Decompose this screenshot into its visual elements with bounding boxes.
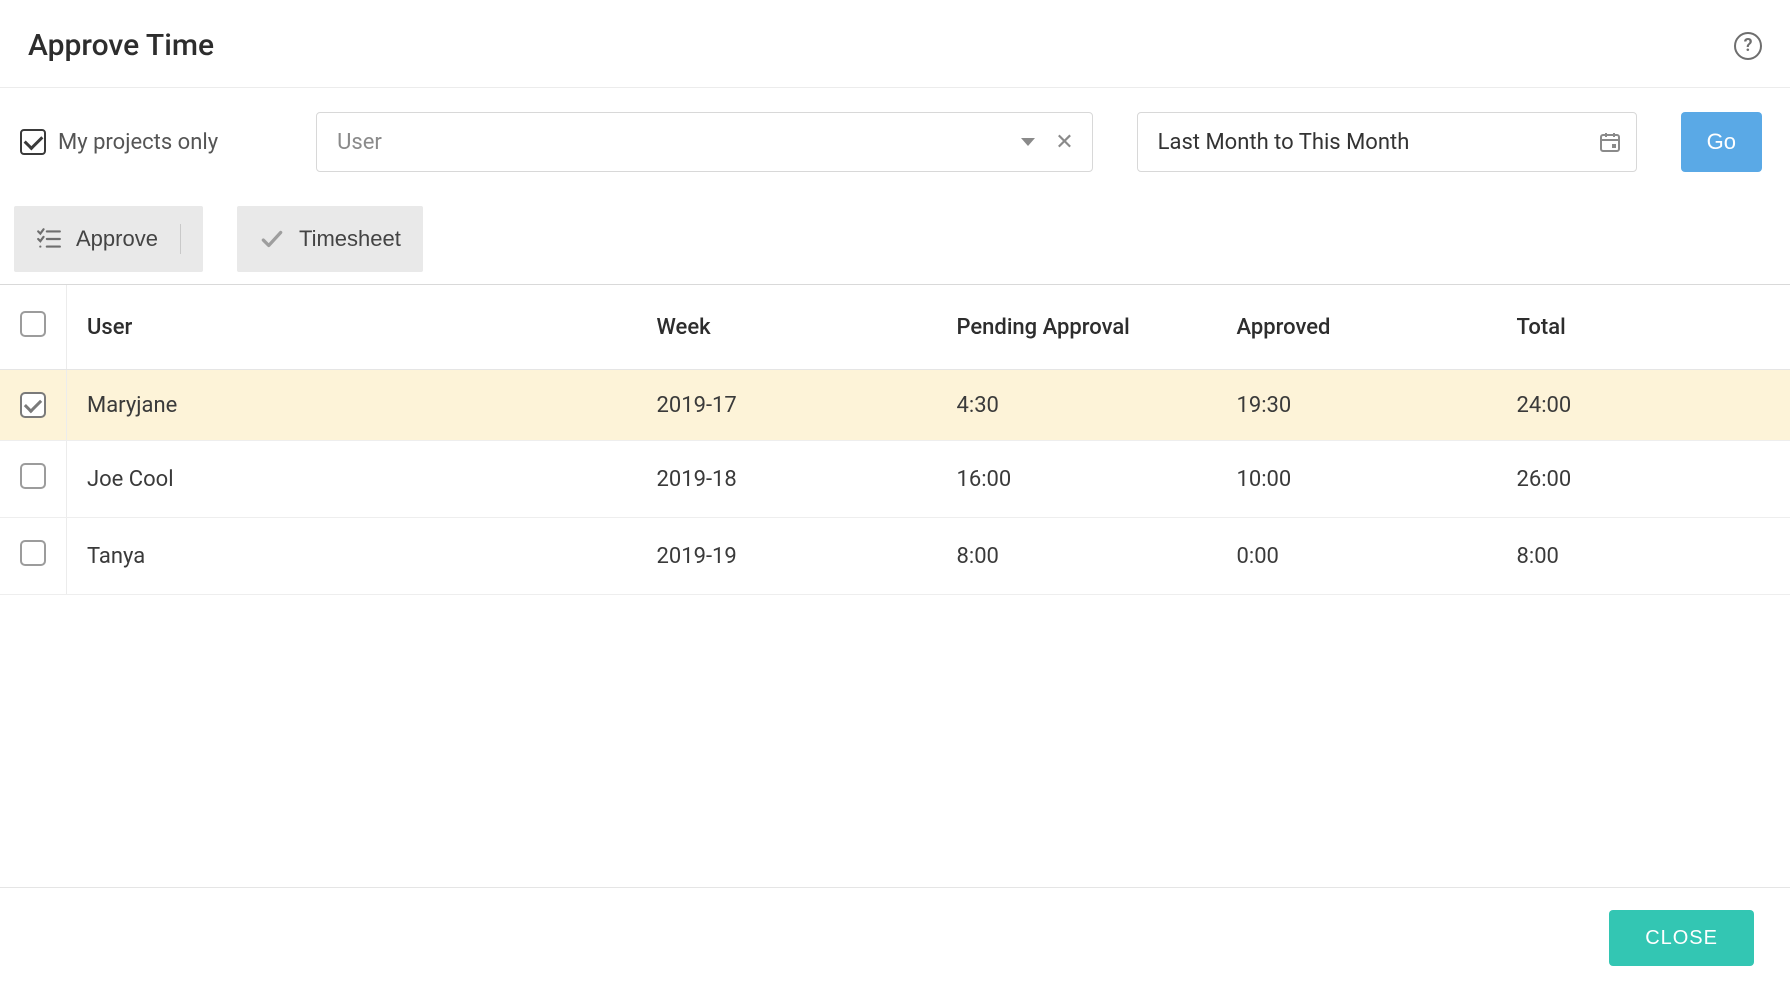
cell-total: 26:00 — [1497, 441, 1790, 518]
check-icon — [259, 226, 285, 252]
checkbox-icon[interactable] — [20, 463, 46, 489]
cell-approved: 10:00 — [1217, 441, 1497, 518]
cell-approved: 0:00 — [1217, 518, 1497, 595]
approve-list-icon — [36, 226, 62, 252]
select-all-header[interactable] — [0, 285, 67, 370]
cell-total: 8:00 — [1497, 518, 1790, 595]
clear-icon[interactable]: ✕ — [1051, 130, 1077, 155]
checkbox-icon[interactable] — [20, 392, 46, 418]
col-pending: Pending Approval — [937, 285, 1217, 370]
checkbox-icon[interactable] — [20, 540, 46, 566]
my-projects-label: My projects only — [58, 130, 218, 155]
col-week: Week — [637, 285, 937, 370]
table-row[interactable]: Joe Cool2019-1816:0010:0026:00 — [0, 441, 1790, 518]
cell-pending: 4:30 — [937, 370, 1217, 441]
cell-pending: 16:00 — [937, 441, 1217, 518]
time-table: User Week Pending Approval Approved Tota… — [0, 284, 1790, 887]
timesheet-button[interactable]: Timesheet — [237, 206, 423, 272]
row-select[interactable] — [0, 518, 67, 595]
col-total: Total — [1497, 285, 1790, 370]
close-button[interactable]: CLOSE — [1609, 910, 1754, 966]
help-icon[interactable]: ? — [1734, 32, 1762, 60]
cell-total: 24:00 — [1497, 370, 1790, 441]
checkbox-icon[interactable] — [20, 129, 46, 155]
cell-pending: 8:00 — [937, 518, 1217, 595]
col-approved: Approved — [1217, 285, 1497, 370]
user-select-placeholder: User — [337, 130, 1021, 155]
my-projects-toggle[interactable]: My projects only — [20, 129, 218, 155]
cell-week: 2019-17 — [637, 370, 937, 441]
divider — [180, 224, 181, 254]
cell-week: 2019-19 — [637, 518, 937, 595]
dialog-header: Approve Time ? — [0, 0, 1790, 88]
go-button[interactable]: Go — [1681, 112, 1762, 172]
row-select[interactable] — [0, 441, 67, 518]
calendar-icon[interactable] — [1598, 130, 1622, 154]
checkbox-icon[interactable] — [20, 311, 46, 337]
user-select[interactable]: User ✕ — [316, 112, 1093, 172]
cell-user: Tanya — [67, 518, 637, 595]
col-user: User — [67, 285, 637, 370]
dialog-footer: CLOSE — [0, 887, 1790, 988]
cell-user: Maryjane — [67, 370, 637, 441]
page-title: Approve Time — [28, 28, 214, 63]
cell-user: Joe Cool — [67, 441, 637, 518]
table-row[interactable]: Maryjane2019-174:3019:3024:00 — [0, 370, 1790, 441]
timesheet-button-label: Timesheet — [299, 226, 401, 252]
chevron-down-icon[interactable] — [1021, 138, 1035, 146]
bulk-actions: Approve Timesheet — [0, 206, 1790, 272]
approve-button-label: Approve — [76, 226, 158, 252]
approve-button[interactable]: Approve — [14, 206, 203, 272]
row-select[interactable] — [0, 370, 67, 441]
date-range-select[interactable]: Last Month to This Month — [1137, 112, 1637, 172]
date-range-value: Last Month to This Month — [1158, 130, 1598, 155]
cell-approved: 19:30 — [1217, 370, 1497, 441]
table-row[interactable]: Tanya2019-198:000:008:00 — [0, 518, 1790, 595]
filter-bar: My projects only User ✕ Last Month to Th… — [0, 88, 1790, 206]
cell-week: 2019-18 — [637, 441, 937, 518]
